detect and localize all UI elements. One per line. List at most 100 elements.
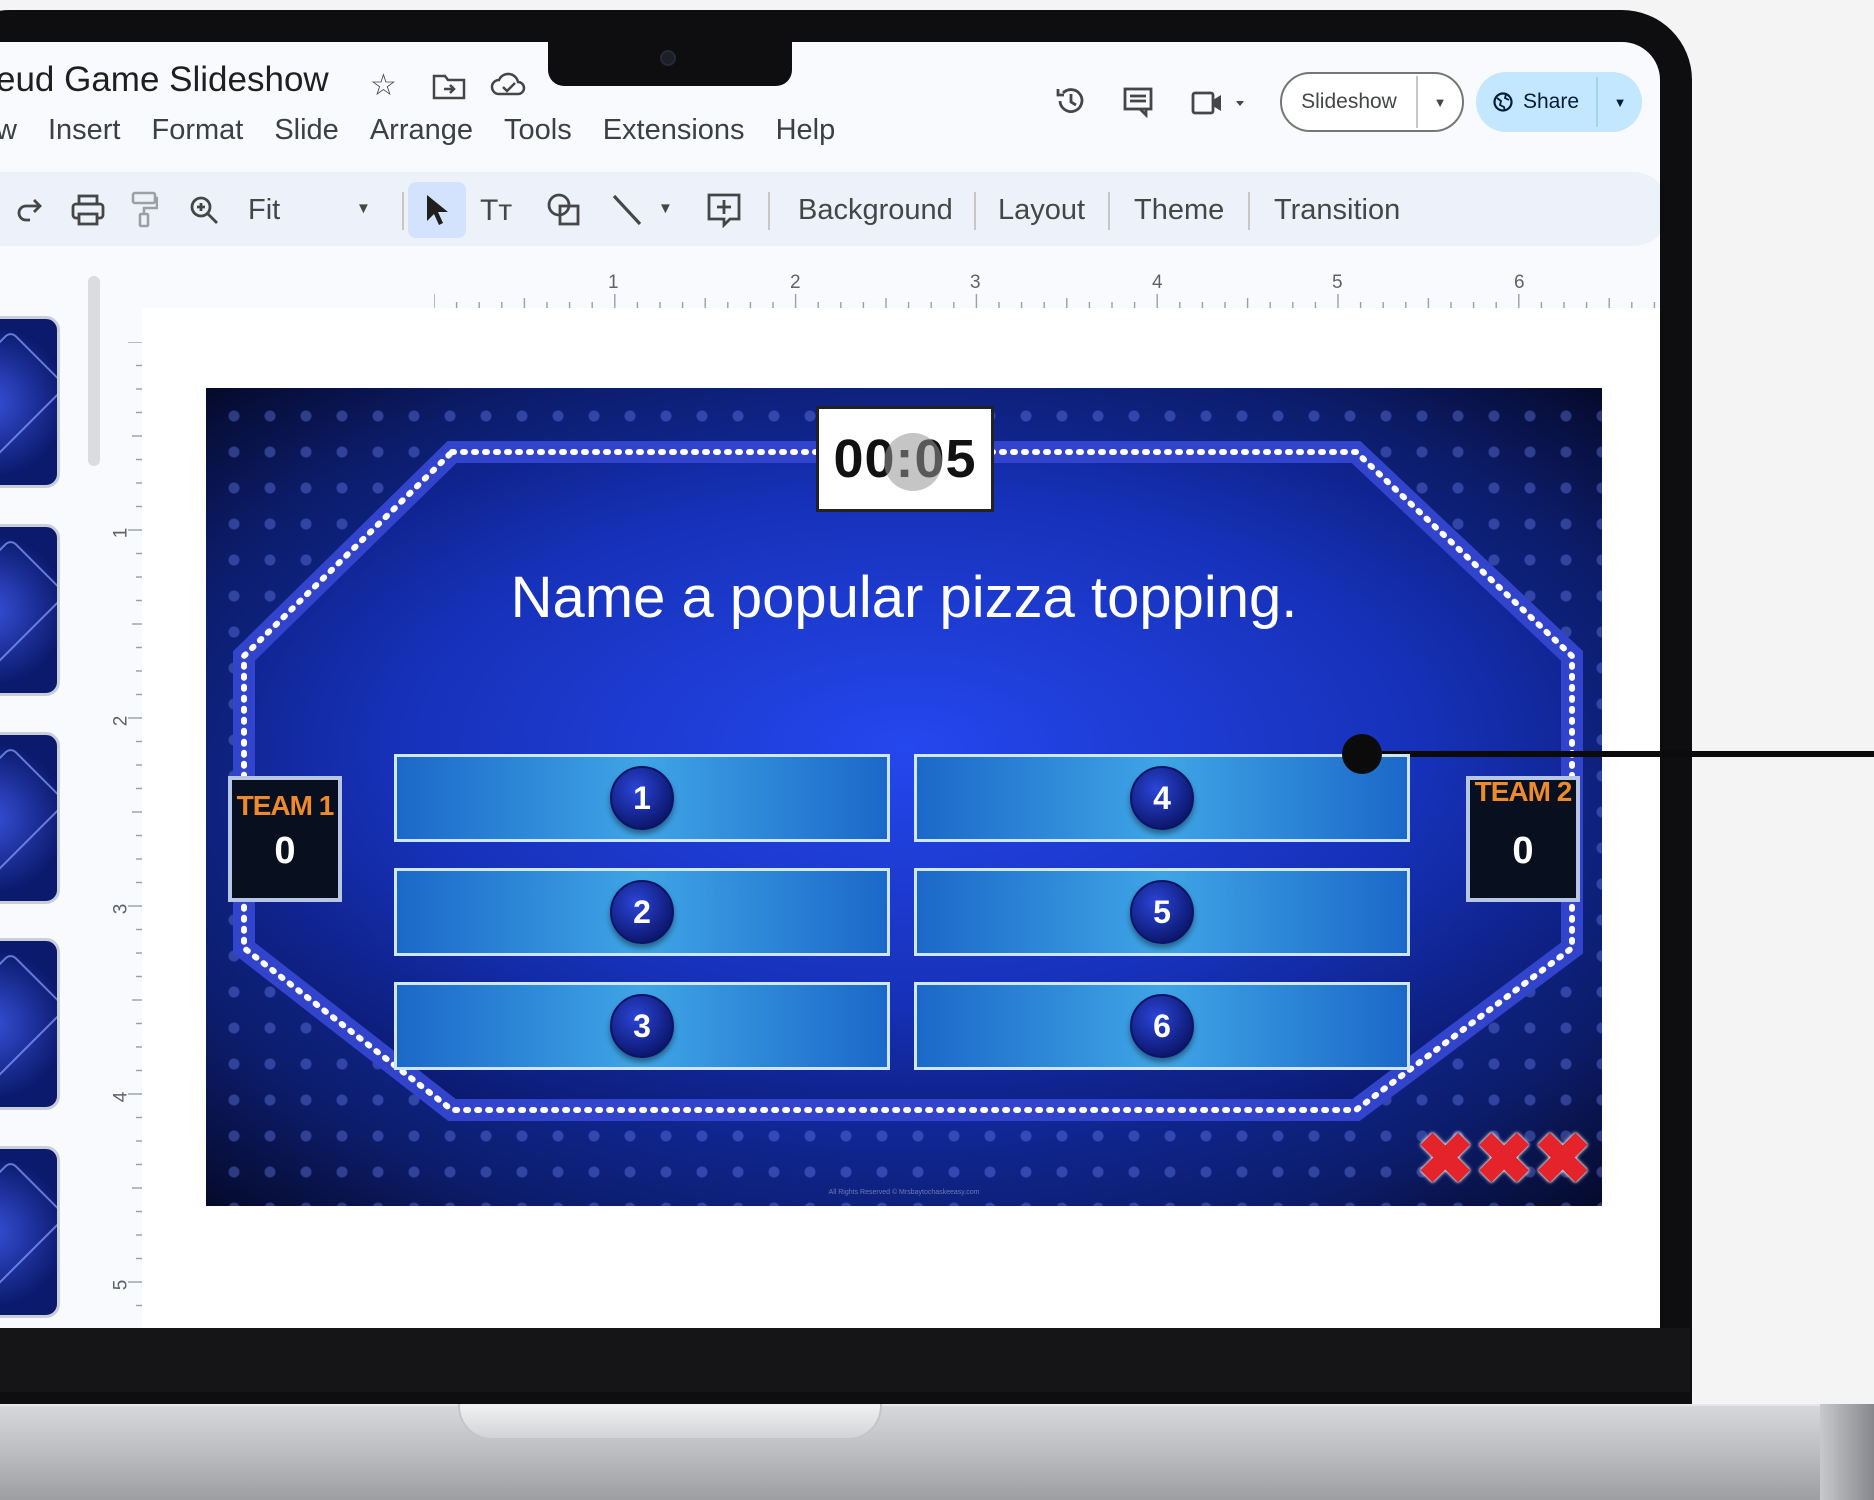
strike-markers[interactable]: ✖ ✖ ✖ <box>1416 1124 1592 1194</box>
strike-x-icon: ✖ <box>1416 1120 1475 1198</box>
menu-tools[interactable]: Tools <box>504 114 572 147</box>
team1-name: TEAM 1 <box>236 790 335 821</box>
divider <box>402 192 404 230</box>
move-folder-icon[interactable] <box>432 72 466 100</box>
version-history-icon[interactable] <box>1054 84 1088 118</box>
ruler-label: 2 <box>110 715 132 727</box>
answer-number: 3 <box>610 994 674 1058</box>
ruler-label: 4 <box>1152 272 1163 293</box>
answer-slot[interactable]: 2 <box>394 868 890 956</box>
redo-icon[interactable] <box>14 194 46 226</box>
pointer-icon[interactable] <box>422 192 452 228</box>
zoom-dropdown-icon[interactable]: ▼ <box>356 200 371 217</box>
star-icon[interactable]: ☆ <box>370 68 397 103</box>
zoom-select[interactable]: Fit <box>248 194 280 227</box>
vertical-ruler <box>128 342 142 1307</box>
slide-thumbnail[interactable] <box>0 1146 60 1318</box>
question-text[interactable]: Name a popular pizza topping. <box>206 564 1602 631</box>
slideshow-button[interactable]: Slideshow ▼ <box>1280 72 1464 132</box>
team2-name: TEAM 2 <box>1474 776 1573 807</box>
slideshow-dropdown-icon[interactable]: ▼ <box>1418 95 1462 110</box>
theme-button[interactable]: Theme <box>1134 194 1224 227</box>
copyright-text: All Rights Reserved © Mrsbaytochaskeeasy… <box>828 1189 980 1196</box>
team1-score: 0 <box>274 830 296 872</box>
team1-scoreboard[interactable]: TEAM 1 0 <box>228 776 342 902</box>
answer-slot[interactable]: 4 <box>914 754 1410 842</box>
answer-number: 4 <box>1130 766 1194 830</box>
menu-arrange[interactable]: Arrange <box>370 114 473 147</box>
share-dropdown-icon[interactable]: ▼ <box>1598 95 1642 110</box>
meet-icon[interactable] <box>1190 88 1250 118</box>
screen-bottom-bezel <box>0 1328 1690 1392</box>
transition-button[interactable]: Transition <box>1274 194 1400 227</box>
globe-icon <box>1493 92 1513 112</box>
callout-line <box>1364 751 1874 757</box>
laptop-base <box>0 1404 1874 1500</box>
answer-number: 5 <box>1130 880 1194 944</box>
share-main[interactable]: Share <box>1476 77 1598 127</box>
answer-number: 2 <box>610 880 674 944</box>
menu-slide[interactable]: Slide <box>274 114 339 147</box>
divider <box>1248 192 1250 230</box>
cloud-status-icon[interactable] <box>490 70 528 98</box>
team2-score: 0 <box>1512 830 1534 872</box>
paint-format-icon[interactable] <box>130 190 158 228</box>
text-box-icon[interactable]: Tт <box>480 194 512 228</box>
divider <box>768 192 770 230</box>
slide-thumbnail[interactable] <box>0 732 60 904</box>
laptop-screen: eud Game Slideshow ☆ w Insert Format Sli… <box>0 42 1660 1328</box>
ruler-label: 5 <box>1332 272 1343 293</box>
background-button[interactable]: Background <box>798 194 953 227</box>
laptop-base-edge <box>1820 1404 1874 1500</box>
ruler-label: 4 <box>110 1091 132 1103</box>
strike-x-icon: ✖ <box>1474 1120 1534 1198</box>
slide-canvas[interactable]: 00:05 Name a popular pizza topping. 1 2 … <box>206 388 1602 1206</box>
answer-number: 6 <box>1130 994 1194 1058</box>
menu-format[interactable]: Format <box>151 114 243 147</box>
strike-x-icon: ✖ <box>1533 1120 1592 1198</box>
answer-slot[interactable]: 1 <box>394 754 890 842</box>
divider <box>1108 192 1110 230</box>
answer-number: 1 <box>610 766 674 830</box>
ruler-label: 1 <box>110 527 132 539</box>
countdown-timer: 00:05 <box>816 406 994 512</box>
filmstrip-scrollbar[interactable] <box>88 276 100 466</box>
menu-view[interactable]: w <box>0 114 17 147</box>
share-button[interactable]: Share ▼ <box>1476 72 1642 132</box>
ruler-label: 3 <box>970 272 981 293</box>
ruler-label: 1 <box>608 272 619 293</box>
toolbar: Fit ▼ Tт ▼ Background Layout Theme Trans… <box>0 172 1660 246</box>
cursor-highlight <box>884 433 942 491</box>
answer-slot[interactable]: 6 <box>914 982 1410 1070</box>
laptop-open-notch <box>458 1404 882 1440</box>
share-label: Share <box>1522 90 1580 113</box>
answer-slot[interactable]: 5 <box>914 868 1410 956</box>
camera-icon <box>660 50 676 66</box>
comment-add-icon[interactable] <box>706 192 742 228</box>
zoom-icon[interactable] <box>188 194 220 226</box>
team2-scoreboard[interactable]: TEAM 2 0 <box>1466 776 1580 902</box>
ruler-label: 6 <box>1514 272 1525 293</box>
layout-button[interactable]: Layout <box>998 194 1085 227</box>
document-title[interactable]: eud Game Slideshow <box>0 60 329 100</box>
laptop-mockup: eud Game Slideshow ☆ w Insert Format Sli… <box>0 0 1874 1500</box>
slide-thumbnail[interactable] <box>0 316 60 488</box>
shape-icon[interactable] <box>546 192 582 228</box>
menu-extensions[interactable]: Extensions <box>603 114 745 147</box>
line-dropdown-icon[interactable]: ▼ <box>658 200 673 217</box>
callout-dot <box>1342 734 1382 774</box>
answer-slot[interactable]: 3 <box>394 982 890 1070</box>
slideshow-label[interactable]: Slideshow <box>1282 76 1418 128</box>
ruler-label: 3 <box>110 903 132 915</box>
menu-bar: w Insert Format Slide Arrange Tools Exte… <box>0 114 866 147</box>
print-icon[interactable] <box>70 192 106 228</box>
menu-insert[interactable]: Insert <box>48 114 121 147</box>
ruler-label: 5 <box>110 1279 132 1291</box>
line-icon[interactable] <box>610 192 644 228</box>
ruler-label: 2 <box>790 272 801 293</box>
menu-help[interactable]: Help <box>776 114 836 147</box>
slide-thumbnail[interactable] <box>0 938 60 1110</box>
divider <box>974 192 976 230</box>
comments-icon[interactable] <box>1122 86 1154 118</box>
slide-thumbnail[interactable] <box>0 524 60 696</box>
